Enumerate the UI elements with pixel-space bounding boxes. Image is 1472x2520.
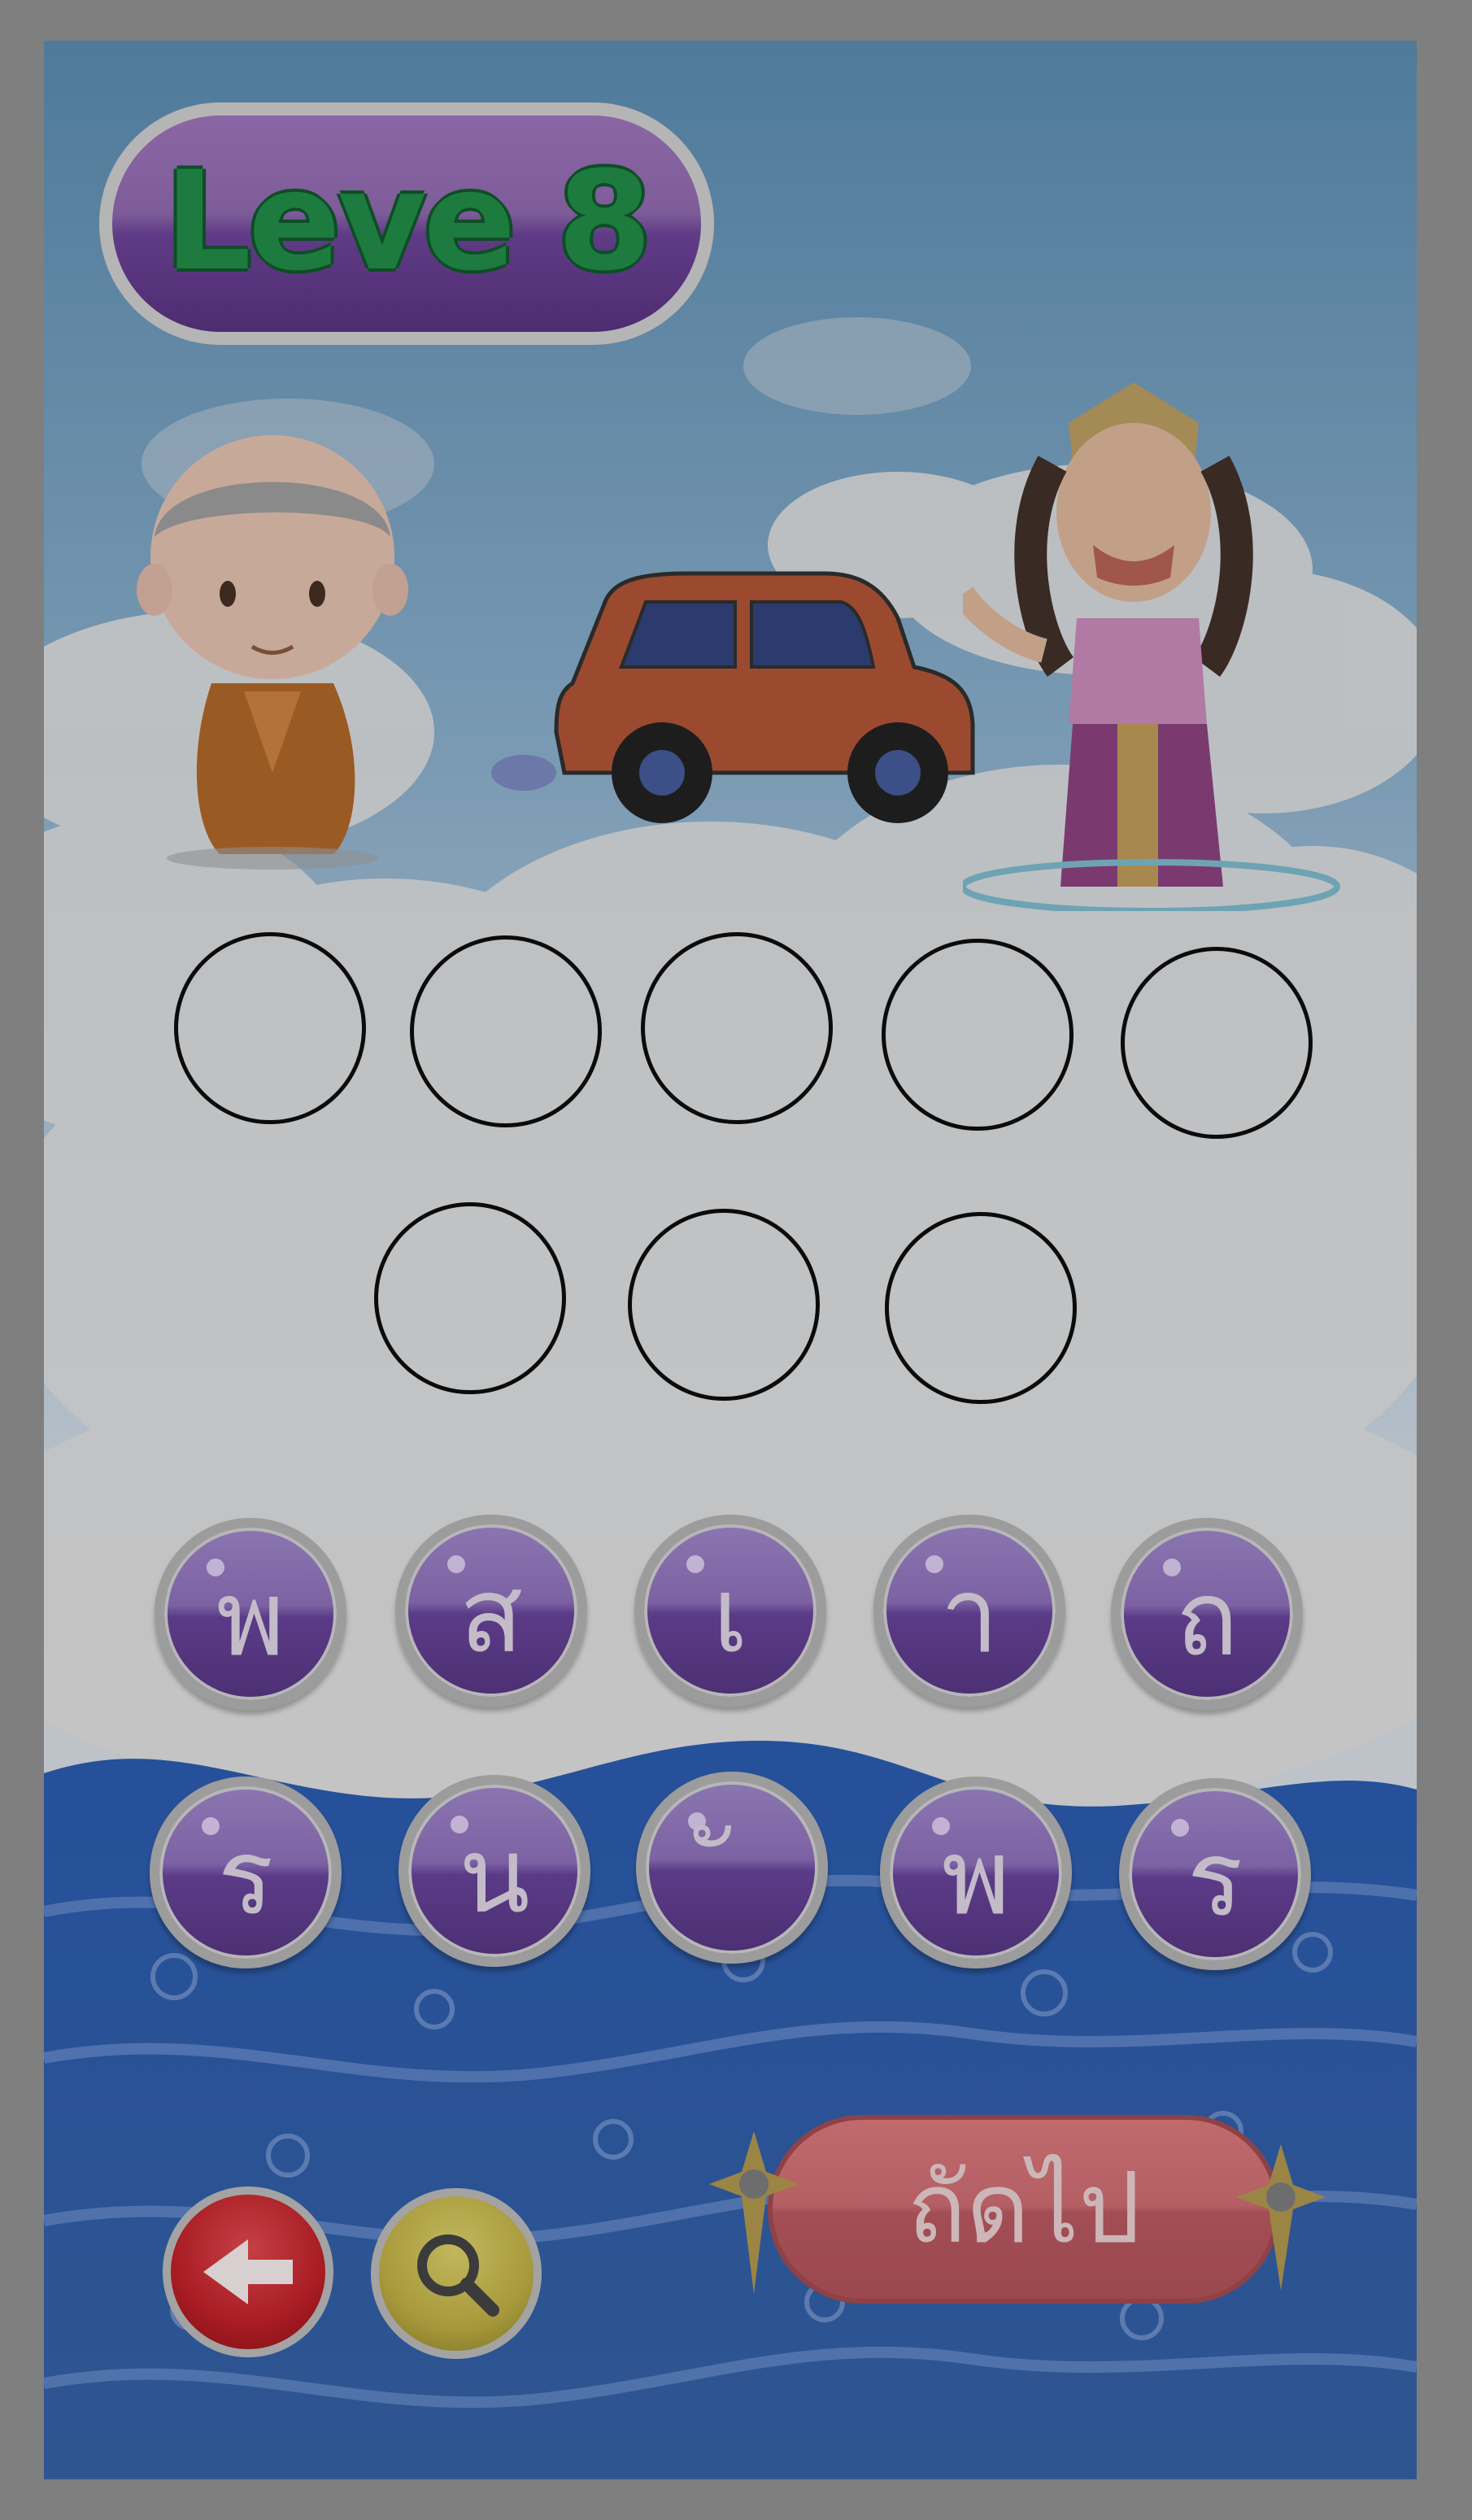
dim-overlay <box>44 41 1417 2479</box>
game-frame: Leve 8 พ ส เ า ถ ร น ั พ ร ถัดไป <box>44 41 1417 2479</box>
